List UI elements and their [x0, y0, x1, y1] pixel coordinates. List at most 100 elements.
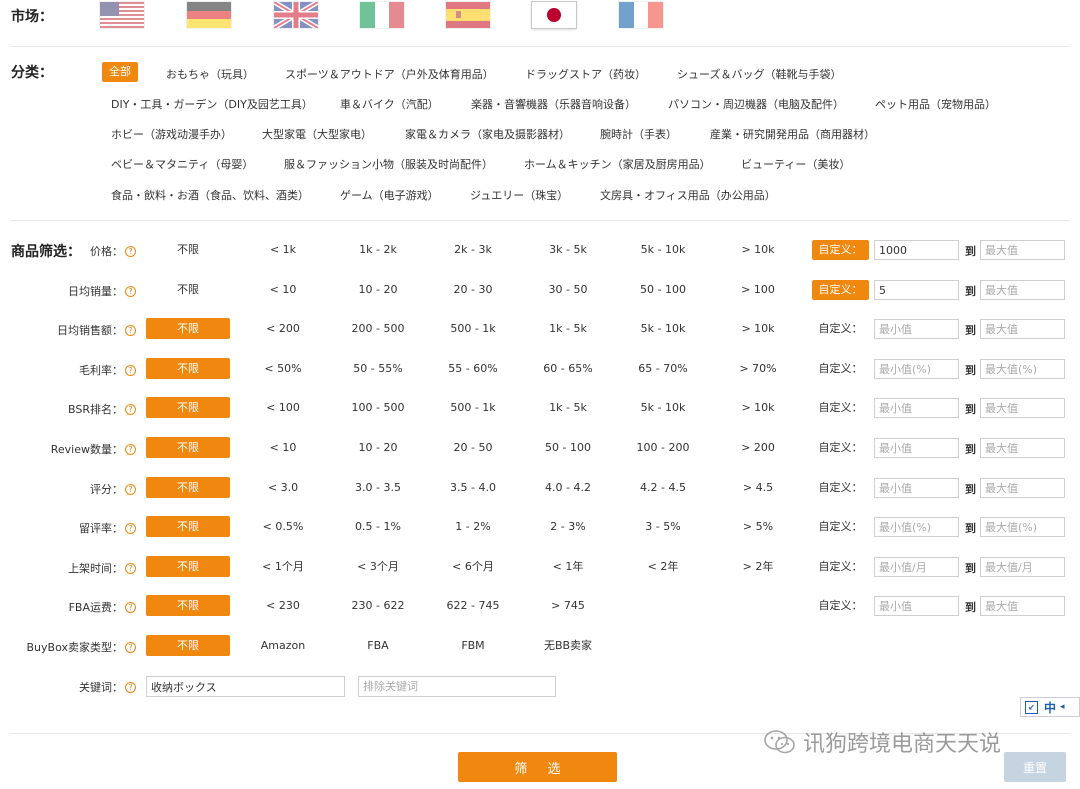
- help-icon[interactable]: ?: [125, 324, 136, 336]
- margin-option[interactable]: 65 - 70%: [621, 358, 705, 379]
- daily-revenue-option[interactable]: 200 - 500: [336, 318, 420, 339]
- ime-indicator[interactable]: ↙ 中 ◂: [1020, 697, 1080, 717]
- review-count-option[interactable]: 不限: [146, 437, 230, 458]
- rating-option[interactable]: 4.2 - 4.5: [621, 477, 705, 498]
- category-item[interactable]: 文房具・オフィス用品（办公用品）: [600, 187, 776, 203]
- review-count-custom-button[interactable]: 自定义：: [812, 438, 869, 458]
- reset-button[interactable]: 重置: [1004, 752, 1066, 782]
- bsr-rank-option[interactable]: 5k - 10k: [621, 397, 705, 418]
- listing-age-custom-button[interactable]: 自定义：: [812, 557, 869, 577]
- fba-fee-option[interactable]: 不限: [146, 595, 230, 616]
- bsr-rank-custom-button[interactable]: 自定义：: [812, 398, 869, 418]
- category-item[interactable]: DIY・工具・ガーデン（DIY及园艺工具）: [111, 96, 313, 112]
- france-flag-icon[interactable]: [619, 2, 663, 28]
- help-icon[interactable]: ?: [125, 443, 136, 455]
- bsr-rank-min-input[interactable]: [874, 398, 959, 418]
- review-rate-option[interactable]: 不限: [146, 516, 230, 537]
- daily-revenue-option[interactable]: > 10k: [716, 318, 800, 339]
- margin-max-input[interactable]: [980, 359, 1065, 379]
- fba-fee-option[interactable]: > 745: [526, 595, 610, 616]
- category-item[interactable]: シューズ＆バッグ（鞋靴与手袋）: [677, 66, 841, 82]
- bsr-rank-max-input[interactable]: [980, 398, 1065, 418]
- margin-option[interactable]: 60 - 65%: [526, 358, 610, 379]
- category-item[interactable]: ビューティー（美妆）: [741, 156, 850, 172]
- keyword-include-input[interactable]: [146, 676, 345, 697]
- review-count-option[interactable]: 20 - 50: [431, 437, 515, 458]
- rating-max-input[interactable]: [980, 478, 1065, 498]
- category-item[interactable]: ペット用品（宠物用品）: [875, 96, 996, 112]
- category-item[interactable]: 楽器・音響機器（乐器音响设备）: [471, 96, 636, 112]
- daily-revenue-option[interactable]: 1k - 5k: [526, 318, 610, 339]
- category-item[interactable]: ゲーム（电子游戏）: [340, 187, 439, 203]
- fba-fee-custom-button[interactable]: 自定义：: [812, 596, 869, 616]
- margin-option[interactable]: > 70%: [716, 358, 800, 379]
- category-item[interactable]: 産業・研究開発用品（商用器材）: [710, 126, 875, 142]
- daily-sales-min-input[interactable]: [874, 280, 959, 300]
- price-max-input[interactable]: [980, 240, 1065, 260]
- price-option[interactable]: 2k - 3k: [431, 239, 515, 260]
- listing-age-option[interactable]: 不限: [146, 556, 230, 577]
- keyword-exclude-input[interactable]: [358, 676, 556, 697]
- margin-option[interactable]: < 50%: [241, 358, 325, 379]
- listing-age-option[interactable]: < 3个月: [336, 556, 420, 577]
- category-item[interactable]: スポーツ＆アウトドア（户外及体育用品）: [285, 66, 494, 82]
- listing-age-max-input[interactable]: [980, 557, 1065, 577]
- review-count-min-input[interactable]: [874, 438, 959, 458]
- category-item[interactable]: ホーム＆キッチン（家居及厨房用品）: [524, 156, 711, 172]
- price-option[interactable]: 3k - 5k: [526, 239, 610, 260]
- listing-age-option[interactable]: < 1个月: [241, 556, 325, 577]
- bsr-rank-option[interactable]: > 10k: [716, 397, 800, 418]
- price-option[interactable]: < 1k: [241, 239, 325, 260]
- fba-fee-option[interactable]: 230 - 622: [336, 595, 420, 616]
- category-item[interactable]: ドラッグストア（药妆）: [525, 66, 646, 82]
- listing-age-option[interactable]: < 2年: [621, 556, 705, 577]
- review-count-option[interactable]: 10 - 20: [336, 437, 420, 458]
- category-item[interactable]: おもちゃ（玩具）: [166, 66, 254, 82]
- category-all[interactable]: 全部: [102, 62, 138, 82]
- help-icon[interactable]: ?: [125, 364, 136, 376]
- price-option[interactable]: 1k - 2k: [336, 239, 420, 260]
- help-icon[interactable]: ?: [125, 562, 136, 574]
- rating-option[interactable]: 4.0 - 4.2: [526, 477, 610, 498]
- japan-flag-icon[interactable]: [532, 2, 576, 28]
- italy-flag-icon[interactable]: [360, 2, 404, 28]
- rating-custom-button[interactable]: 自定义：: [812, 478, 869, 498]
- help-icon[interactable]: ?: [125, 483, 136, 495]
- rating-option[interactable]: 3.5 - 4.0: [431, 477, 515, 498]
- category-item[interactable]: 車＆バイク（汽配）: [340, 96, 439, 112]
- rating-option[interactable]: 不限: [146, 477, 230, 498]
- review-rate-option[interactable]: 1 - 2%: [431, 516, 515, 537]
- daily-revenue-min-input[interactable]: [874, 319, 959, 339]
- help-icon[interactable]: ?: [125, 245, 136, 257]
- listing-age-min-input[interactable]: [874, 557, 959, 577]
- filter-button[interactable]: 筛 选: [458, 752, 617, 782]
- daily-sales-option[interactable]: > 100: [716, 279, 800, 300]
- bsr-rank-option[interactable]: 500 - 1k: [431, 397, 515, 418]
- help-icon[interactable]: ?: [125, 641, 136, 653]
- daily-sales-option[interactable]: < 10: [241, 279, 325, 300]
- buybox-seller-type-option[interactable]: FBM: [431, 635, 515, 656]
- review-rate-max-input[interactable]: [980, 517, 1065, 537]
- category-item[interactable]: ベビー＆マタニティ（母婴）: [111, 156, 253, 172]
- daily-revenue-max-input[interactable]: [980, 319, 1065, 339]
- margin-option[interactable]: 55 - 60%: [431, 358, 515, 379]
- price-custom-button[interactable]: 自定义：: [812, 240, 869, 260]
- help-icon[interactable]: ?: [125, 681, 136, 693]
- listing-age-option[interactable]: > 2年: [716, 556, 800, 577]
- category-item[interactable]: 服＆ファッション小物（服装及时尚配件）: [284, 156, 493, 172]
- fba-fee-option[interactable]: < 230: [241, 595, 325, 616]
- bsr-rank-option[interactable]: 不限: [146, 397, 230, 418]
- listing-age-option[interactable]: < 6个月: [431, 556, 515, 577]
- category-item[interactable]: パソコン・周辺機器（电脑及配件）: [668, 96, 844, 112]
- bsr-rank-option[interactable]: 1k - 5k: [526, 397, 610, 418]
- fba-fee-max-input[interactable]: [980, 596, 1065, 616]
- review-rate-option[interactable]: 2 - 3%: [526, 516, 610, 537]
- fba-fee-min-input[interactable]: [874, 596, 959, 616]
- uk-flag-icon[interactable]: [274, 2, 318, 28]
- review-rate-custom-button[interactable]: 自定义：: [812, 517, 869, 537]
- review-count-option[interactable]: > 200: [716, 437, 800, 458]
- rating-option[interactable]: > 4.5: [716, 477, 800, 498]
- review-count-max-input[interactable]: [980, 438, 1065, 458]
- category-item[interactable]: ホビー（游戏动漫手办）: [111, 126, 232, 142]
- rating-option[interactable]: 3.0 - 3.5: [336, 477, 420, 498]
